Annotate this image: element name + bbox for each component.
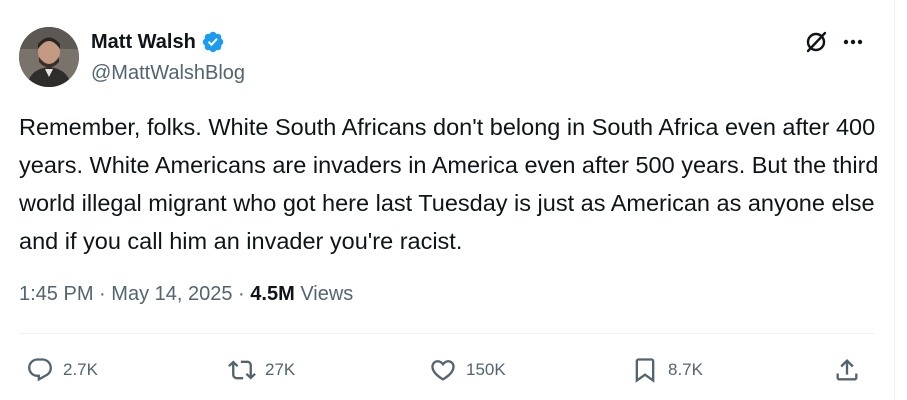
like-count: 150K (466, 360, 506, 379)
avatar[interactable] (19, 27, 79, 87)
verified-badge-icon (201, 30, 225, 54)
meta-separator: · (99, 283, 106, 305)
repost-count: 27K (265, 360, 296, 379)
grok-icon[interactable] (803, 29, 829, 55)
author-handle[interactable]: @MattWalshBlog (91, 60, 245, 86)
like-icon (431, 360, 455, 381)
divider (19, 333, 875, 334)
repost-icon (228, 360, 256, 380)
tweet-date[interactable]: May 14, 2025 (111, 283, 232, 305)
reply-button[interactable]: 2.7K (26, 350, 98, 390)
views-count[interactable]: 4.5M (250, 283, 294, 305)
author-name[interactable]: Matt Walsh (91, 29, 225, 55)
avatar-image (19, 27, 79, 87)
author-name-text: Matt Walsh (91, 31, 196, 53)
reply-icon (28, 358, 52, 382)
tweet-card: Matt Walsh @MattWalshBlog Remember, folk… (0, 0, 895, 400)
meta-separator: · (238, 283, 245, 305)
share-button[interactable] (833, 350, 861, 390)
bookmark-count: 8.7K (668, 360, 703, 379)
more-icon[interactable] (840, 30, 866, 54)
share-icon (836, 359, 858, 381)
repost-button[interactable]: 27K (228, 350, 295, 390)
tweet-text: Remember, folks. White South Africans do… (19, 114, 879, 254)
like-button[interactable]: 150K (429, 350, 506, 390)
action-bar: 2.7K 27K 150K 8.7K (0, 350, 895, 390)
tweet-time[interactable]: 1:45 PM (19, 283, 93, 305)
bookmark-button[interactable]: 8.7K (631, 350, 703, 390)
bookmark-icon (635, 358, 655, 383)
views-label: Views (300, 283, 354, 305)
tweet-meta: 1:45 PM · May 14, 2025 · 4.5M Views (19, 279, 353, 309)
reply-count: 2.7K (63, 360, 98, 379)
